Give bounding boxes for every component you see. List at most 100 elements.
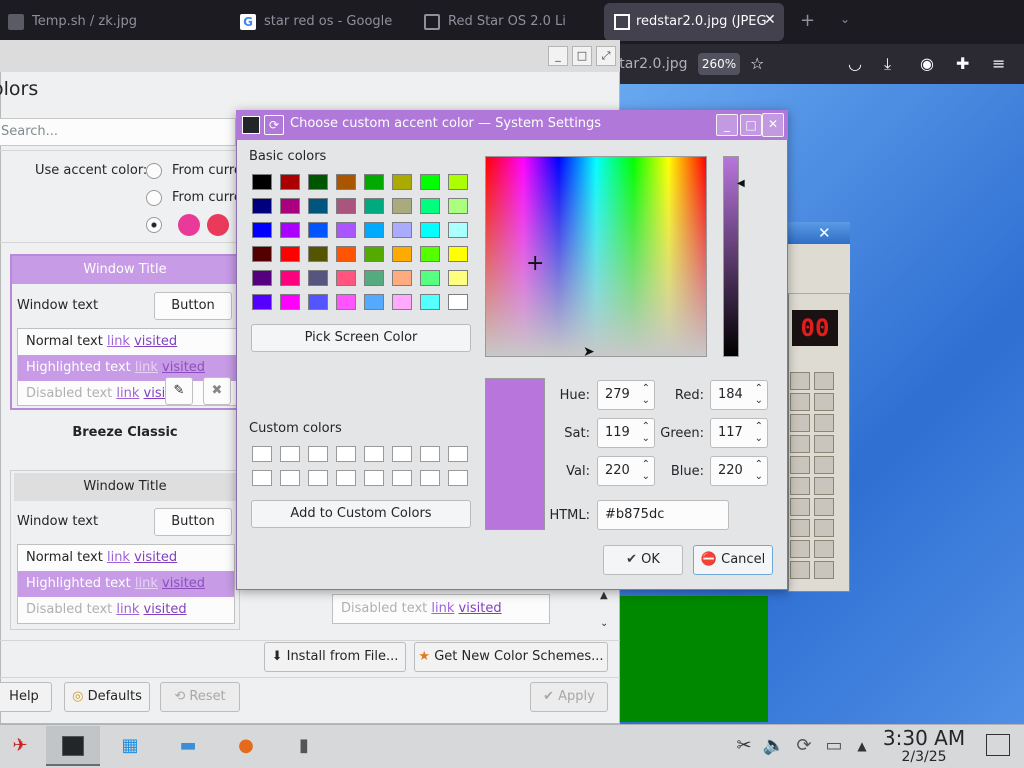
- new-tab-icon[interactable]: +: [800, 10, 815, 31]
- basic-color-cell[interactable]: [392, 198, 412, 214]
- hue-spinbox[interactable]: 279 ⌃ ⌄: [597, 380, 655, 410]
- basic-color-cell[interactable]: [448, 294, 468, 310]
- accent-swatch[interactable]: [207, 214, 229, 236]
- saturation-spinbox[interactable]: 119 ⌃ ⌄: [597, 418, 655, 448]
- file-manager-icon[interactable]: ▬: [174, 732, 202, 760]
- menu-icon[interactable]: ≡: [992, 54, 1005, 73]
- edit-icon[interactable]: ✎: [165, 377, 193, 405]
- basic-color-cell[interactable]: [392, 270, 412, 286]
- basic-color-cell[interactable]: [420, 174, 440, 190]
- basic-color-cell[interactable]: [448, 198, 468, 214]
- basic-color-cell[interactable]: [280, 294, 300, 310]
- custom-color-cell[interactable]: [336, 470, 356, 486]
- basic-color-cell[interactable]: [420, 198, 440, 214]
- basic-color-cell[interactable]: [392, 246, 412, 262]
- discover-icon[interactable]: ▦: [116, 732, 144, 760]
- basic-color-cell[interactable]: [420, 222, 440, 238]
- update-icon[interactable]: ⟳: [790, 732, 818, 760]
- basic-color-cell[interactable]: [252, 198, 272, 214]
- basic-color-cell[interactable]: [448, 270, 468, 286]
- basic-color-cell[interactable]: [336, 294, 356, 310]
- app-icon[interactable]: ▮: [290, 732, 318, 760]
- basic-color-cell[interactable]: [280, 198, 300, 214]
- pocket-icon[interactable]: ◡: [848, 54, 862, 73]
- value-spinbox[interactable]: 220 ⌃ ⌄: [597, 456, 655, 486]
- basic-color-cell[interactable]: [364, 198, 384, 214]
- show-desktop-icon[interactable]: [986, 734, 1010, 756]
- basic-color-cell[interactable]: [364, 270, 384, 286]
- search-input[interactable]: Search...: [0, 118, 236, 146]
- blue-spinbox[interactable]: 220 ⌃ ⌄: [710, 456, 768, 486]
- basic-color-cell[interactable]: [448, 246, 468, 262]
- chevron-down-icon[interactable]: ⌄: [840, 12, 850, 26]
- basic-color-cell[interactable]: [364, 294, 384, 310]
- accent-swatch[interactable]: [178, 214, 200, 236]
- basic-color-cell[interactable]: [336, 198, 356, 214]
- basic-color-cell[interactable]: [252, 222, 272, 238]
- custom-color-cell[interactable]: [252, 446, 272, 462]
- custom-color-cell[interactable]: [308, 470, 328, 486]
- reset-button[interactable]: ⟲ Reset: [160, 682, 240, 712]
- basic-color-cell[interactable]: [336, 174, 356, 190]
- basic-color-cell[interactable]: [252, 246, 272, 262]
- custom-color-cell[interactable]: [392, 446, 412, 462]
- network-icon[interactable]: ▭: [820, 732, 848, 760]
- basic-color-cell[interactable]: [392, 294, 412, 310]
- browser-tab[interactable]: Temp.sh / zk.jpg: [8, 6, 228, 38]
- accent-radio-3-selected[interactable]: [146, 217, 162, 233]
- tray-expand-icon[interactable]: ▲: [848, 732, 876, 760]
- clipboard-icon[interactable]: ✂: [730, 732, 758, 760]
- clock-time[interactable]: 3:30 AM: [880, 727, 968, 749]
- custom-color-cell[interactable]: [448, 470, 468, 486]
- basic-color-cell[interactable]: [448, 174, 468, 190]
- value-slider-handle-icon[interactable]: ◀: [737, 178, 745, 189]
- clock-date[interactable]: 2/3/25: [880, 749, 968, 765]
- scroll-up-icon[interactable]: ▲: [600, 590, 608, 601]
- volume-icon[interactable]: 🔈: [760, 732, 788, 760]
- custom-color-cell[interactable]: [336, 446, 356, 462]
- minimize-icon[interactable]: _: [548, 46, 568, 66]
- pin-icon[interactable]: ⟳: [264, 115, 284, 135]
- install-from-file-button[interactable]: ⬇ Install from File...: [264, 642, 406, 672]
- apply-button[interactable]: ✔ Apply: [530, 682, 608, 712]
- basic-color-cell[interactable]: [420, 270, 440, 286]
- green-spinbox[interactable]: 117 ⌃ ⌄: [710, 418, 768, 448]
- basic-color-cell[interactable]: [364, 174, 384, 190]
- custom-color-cell[interactable]: [364, 446, 384, 462]
- custom-color-cell[interactable]: [280, 470, 300, 486]
- basic-color-cell[interactable]: [420, 294, 440, 310]
- custom-color-cell[interactable]: [280, 446, 300, 462]
- hue-saturation-picker[interactable]: [485, 156, 707, 357]
- basic-color-cell[interactable]: [308, 174, 328, 190]
- basic-color-cell[interactable]: [280, 270, 300, 286]
- accent-radio-1[interactable]: [146, 163, 162, 179]
- custom-color-cell[interactable]: [448, 446, 468, 462]
- custom-color-cell[interactable]: [364, 470, 384, 486]
- basic-color-cell[interactable]: [448, 222, 468, 238]
- basic-color-cell[interactable]: [392, 174, 412, 190]
- basic-color-cell[interactable]: [308, 198, 328, 214]
- browser-tab[interactable]: Red Star OS 2.0 Li: [424, 6, 594, 38]
- scroll-down-icon[interactable]: ⌄: [600, 618, 608, 629]
- custom-color-cell[interactable]: [308, 446, 328, 462]
- maximize-icon[interactable]: □: [572, 46, 592, 66]
- basic-color-cell[interactable]: [392, 222, 412, 238]
- defaults-button[interactable]: ◎ Defaults: [64, 682, 150, 712]
- basic-color-cell[interactable]: [252, 270, 272, 286]
- remove-icon[interactable]: ✖: [203, 377, 231, 405]
- accent-radio-2[interactable]: [146, 190, 162, 206]
- minimize-icon[interactable]: _: [716, 114, 738, 136]
- get-new-schemes-button[interactable]: ★ Get New Color Schemes...: [414, 642, 608, 672]
- basic-color-cell[interactable]: [336, 270, 356, 286]
- basic-color-cell[interactable]: [420, 246, 440, 262]
- maximize-icon[interactable]: □: [740, 114, 762, 136]
- browser-tab[interactable]: Gstar red os - Google: [240, 6, 410, 38]
- basic-color-cell[interactable]: [280, 174, 300, 190]
- resize-icon[interactable]: ⤢: [596, 46, 616, 66]
- close-icon[interactable]: ✕: [762, 113, 784, 137]
- basic-color-cell[interactable]: [252, 174, 272, 190]
- cancel-button[interactable]: ⛔ Cancel: [693, 545, 773, 575]
- basic-color-cell[interactable]: [308, 270, 328, 286]
- account-icon[interactable]: ◉: [920, 54, 934, 73]
- red-spinbox[interactable]: 184 ⌃ ⌄: [710, 380, 768, 410]
